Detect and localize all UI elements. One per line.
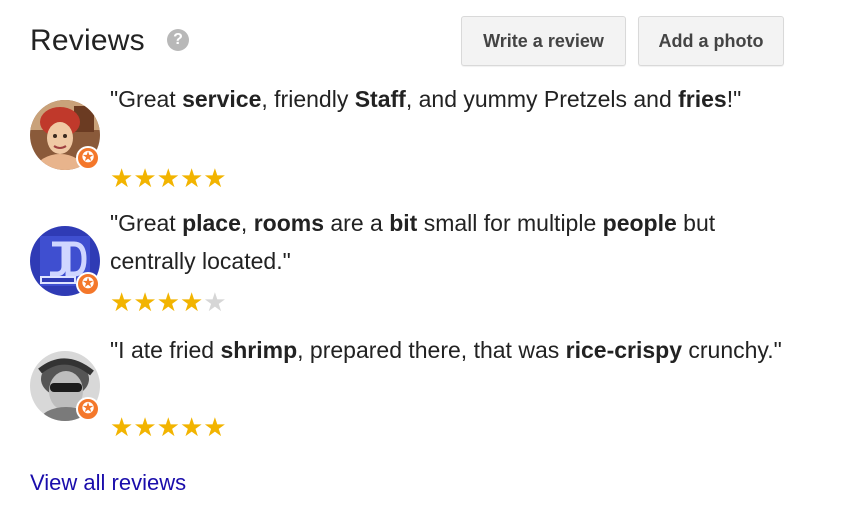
reviews-title: Reviews: [30, 24, 145, 57]
review-keyword: shrimp: [220, 337, 298, 363]
review-text-fragment: "I ate fried: [110, 337, 221, 363]
reviewer-avatar[interactable]: ✪: [30, 226, 100, 296]
review-text-fragment: "Great: [110, 210, 183, 236]
star-rating: ★★★★★: [110, 165, 227, 191]
star-rating: ★★★★★: [110, 289, 227, 315]
view-all-reviews-link[interactable]: View all reviews: [30, 470, 186, 496]
star-filled-icon: ★: [203, 163, 227, 193]
review-keyword: Staff: [354, 86, 406, 112]
review-text: "I ate fried shrimp, prepared there, tha…: [110, 331, 800, 369]
help-icon[interactable]: ?: [167, 29, 189, 51]
review-text-fragment: , friendly: [261, 86, 355, 112]
review-text-fragment: small for multiple: [417, 210, 603, 236]
review-text-fragment: ,: [240, 210, 254, 236]
star-filled-icon: ★: [179, 163, 204, 193]
review-item: ✪ "Great place, rooms are a bit small fo…: [30, 204, 810, 316]
star-filled-icon: ★: [110, 163, 134, 193]
review-text-fragment: crunchy.": [682, 337, 782, 363]
review-keyword: fries: [678, 86, 727, 112]
review-keyword: service: [182, 86, 262, 112]
review-text-fragment: , and yummy Pretzels and: [405, 86, 679, 112]
add-photo-button[interactable]: Add a photo: [638, 16, 784, 66]
review-keyword: place: [182, 210, 241, 236]
review-text-fragment: , prepared there, that was: [297, 337, 566, 363]
review-item: ✪ "Great service, friendly Staff, and yu…: [30, 80, 810, 192]
review-keyword: rice-crispy: [565, 337, 682, 363]
review-keyword: people: [602, 210, 677, 236]
star-filled-icon: ★: [110, 287, 134, 317]
review-text-fragment: !": [726, 86, 742, 112]
star-filled-icon: ★: [133, 163, 157, 193]
review-text: "Great place, rooms are a bit small for …: [110, 204, 800, 280]
star-filled-icon: ★: [133, 287, 157, 317]
star-filled-icon: ★: [179, 287, 204, 317]
write-review-button[interactable]: Write a review: [461, 16, 626, 66]
review-text-fragment: are a: [323, 210, 390, 236]
reviewer-avatar[interactable]: ✪: [30, 351, 100, 421]
review-text: "Great service, friendly Staff, and yumm…: [110, 80, 800, 118]
reviewer-avatar[interactable]: ✪: [30, 100, 100, 170]
local-guide-badge-icon: ✪: [76, 146, 100, 170]
star-rating: ★★★★★: [110, 414, 227, 440]
review-text-fragment: "Great: [110, 86, 183, 112]
local-guide-badge-icon: ✪: [76, 272, 100, 296]
reviews-panel: Reviews ? Write a review Add a photo ✪ "…: [0, 0, 842, 516]
local-guide-badge-icon: ✪: [76, 397, 100, 421]
star-empty-icon: ★: [203, 287, 227, 317]
review-item: ✪ "I ate fried shrimp, prepared there, t…: [30, 331, 810, 443]
review-keyword: rooms: [253, 210, 324, 236]
star-filled-icon: ★: [110, 412, 134, 442]
star-filled-icon: ★: [156, 163, 180, 193]
star-filled-icon: ★: [203, 412, 227, 442]
star-filled-icon: ★: [156, 412, 180, 442]
star-filled-icon: ★: [156, 287, 180, 317]
review-keyword: bit: [389, 210, 418, 236]
star-filled-icon: ★: [133, 412, 157, 442]
star-filled-icon: ★: [179, 412, 204, 442]
